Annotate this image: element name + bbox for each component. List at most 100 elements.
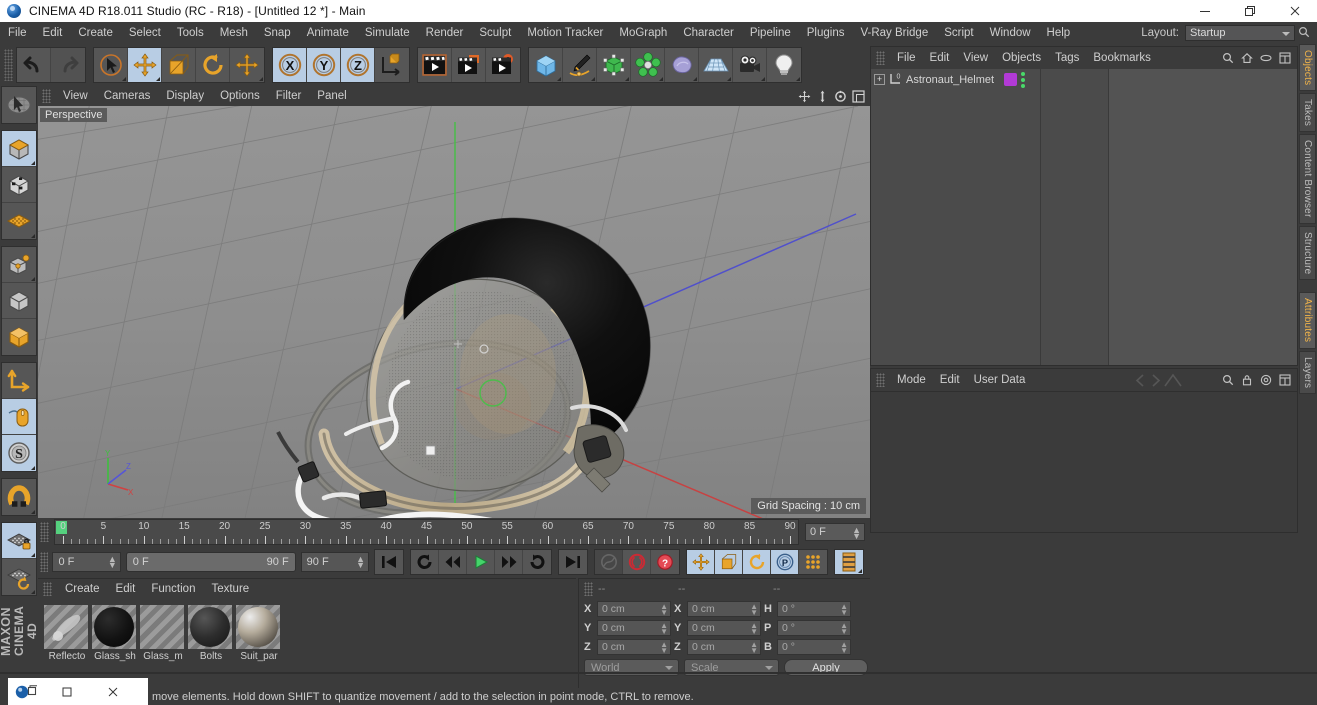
points-mode-icon[interactable] [2, 203, 36, 239]
material-tag[interactable] [1004, 73, 1018, 86]
material-item[interactable]: Bolts [188, 605, 232, 662]
lock-workplane-icon[interactable] [2, 523, 36, 559]
object-manager-grip[interactable] [876, 51, 885, 65]
menu-item-window[interactable]: Window [982, 22, 1039, 44]
model-mode-icon[interactable] [2, 131, 36, 167]
light-icon[interactable] [767, 48, 801, 82]
material-item[interactable]: Glass_sh [92, 605, 136, 662]
material-swatch[interactable] [188, 605, 232, 649]
menu-item-select[interactable]: Select [121, 22, 169, 44]
spinner-icon[interactable]: ▲ ▼ [750, 602, 758, 616]
viewport-menu-view[interactable]: View [55, 86, 96, 106]
material-menu-create[interactable]: Create [57, 579, 108, 599]
transport-current-field[interactable]: 0 F ▲ ▼ [52, 552, 121, 572]
key-parameter-icon[interactable]: P [771, 550, 800, 574]
menu-item-mograph[interactable]: MoGraph [611, 22, 675, 44]
timeline-panel-icon[interactable] [835, 550, 864, 574]
spline-pen-icon[interactable] [563, 48, 597, 82]
menu-item-animate[interactable]: Animate [299, 22, 357, 44]
viewport-menu-cameras[interactable]: Cameras [96, 86, 159, 106]
size-x-input[interactable]: 0 cm ▲ ▼ [687, 600, 761, 617]
attribute-history-nav-icon[interactable] [1097, 373, 1202, 388]
objman-menu-tags[interactable]: Tags [1048, 47, 1086, 69]
play-forward-loop-icon[interactable] [523, 550, 552, 574]
toolbar-grip[interactable] [4, 49, 13, 81]
minimize-icon[interactable] [1182, 0, 1227, 22]
axis-z-icon[interactable]: Z [341, 48, 375, 82]
world-object-coord-icon[interactable] [375, 48, 409, 82]
step-back-icon[interactable] [439, 550, 468, 574]
target-icon[interactable] [1259, 374, 1272, 387]
axis-x-icon[interactable]: X [273, 48, 307, 82]
attr-menu-user-data[interactable]: User Data [967, 369, 1033, 391]
attribute-content-area[interactable] [871, 391, 1297, 532]
material-item[interactable]: Glass_m [140, 605, 184, 662]
material-item[interactable]: Suit_par [236, 605, 280, 662]
transport-end-field[interactable]: 90 F ▲ ▼ [300, 552, 370, 572]
menu-item-sculpt[interactable]: Sculpt [471, 22, 519, 44]
material-swatch[interactable] [92, 605, 136, 649]
rotate-icon[interactable] [196, 48, 230, 82]
spinner-icon[interactable]: ▲ ▼ [660, 621, 668, 635]
expand-toggle-icon[interactable]: + [874, 74, 885, 85]
objman-menu-file[interactable]: File [890, 47, 923, 69]
menu-item-pipeline[interactable]: Pipeline [742, 22, 799, 44]
generator-icon[interactable] [597, 48, 631, 82]
mouse-viewport-icon[interactable] [2, 399, 36, 435]
tab-objects[interactable]: Objects [1299, 44, 1316, 92]
key-position-icon[interactable] [687, 550, 716, 574]
keyframe-selection-icon[interactable]: ? [651, 550, 680, 574]
object-axis-icon[interactable] [2, 247, 36, 283]
material-manager-grip[interactable] [43, 582, 52, 596]
play-reverse-loop-icon[interactable] [411, 550, 440, 574]
step-forward-icon[interactable] [495, 550, 524, 574]
viewport-menu-filter[interactable]: Filter [268, 86, 310, 106]
snap-s-icon[interactable]: S [2, 435, 36, 471]
spinner-icon[interactable]: ▲ ▼ [660, 640, 668, 654]
lock-icon[interactable] [1240, 374, 1253, 387]
layout-icon[interactable] [1278, 52, 1291, 65]
home-icon[interactable] [1240, 52, 1253, 65]
tab-attributes[interactable]: Attributes [1299, 292, 1316, 349]
object-tree[interactable]: + 0 Astronaut_Helmet [871, 69, 1297, 365]
tab-layers[interactable]: Layers [1299, 350, 1316, 394]
menu-item-render[interactable]: Render [418, 22, 472, 44]
go-to-start-icon[interactable] [375, 550, 404, 574]
coordinates-grip[interactable] [584, 582, 593, 596]
menu-item-snap[interactable]: Snap [256, 22, 299, 44]
restore-icon[interactable] [1227, 0, 1272, 22]
viewport-menu-panel[interactable]: Panel [309, 86, 354, 106]
live-selection-icon[interactable] [94, 48, 128, 82]
play-icon[interactable] [467, 550, 496, 574]
texture-mode-icon[interactable] [2, 167, 36, 203]
close-icon[interactable] [1272, 0, 1317, 22]
record-active-objects-icon[interactable] [595, 550, 624, 574]
menu-item-help[interactable]: Help [1039, 22, 1079, 44]
object-mode-icon[interactable] [2, 283, 36, 319]
menu-item-script[interactable]: Script [936, 22, 981, 44]
rotation-b-input[interactable]: 0 ° ▲ ▼ [777, 638, 851, 655]
objman-menu-objects[interactable]: Objects [995, 47, 1048, 69]
menu-item-motion-tracker[interactable]: Motion Tracker [519, 22, 611, 44]
menu-item-plugins[interactable]: Plugins [799, 22, 853, 44]
floor-grid-icon[interactable] [699, 48, 733, 82]
viewport-canvas[interactable]: Perspective Grid Spacing : 10 cm Y X Z [38, 106, 870, 518]
material-menu-texture[interactable]: Texture [203, 579, 257, 599]
camera-icon[interactable] [733, 48, 767, 82]
viewport-menu-display[interactable]: Display [158, 86, 212, 106]
attr-menu-mode[interactable]: Mode [890, 369, 933, 391]
maximize-window-icon[interactable] [44, 678, 90, 705]
menu-item-edit[interactable]: Edit [35, 22, 71, 44]
autokeying-icon[interactable] [623, 550, 652, 574]
spinner-icon[interactable]: ▲ ▼ [840, 621, 848, 635]
spinner-icon[interactable]: ▲ ▼ [750, 640, 758, 654]
undo-icon[interactable] [17, 48, 51, 82]
key-pla-icon[interactable] [799, 550, 828, 574]
menu-item-mesh[interactable]: Mesh [212, 22, 256, 44]
scale-icon[interactable] [162, 48, 196, 82]
cube-primitive-icon[interactable] [529, 48, 563, 82]
search-icon[interactable] [1221, 52, 1234, 65]
tab-takes[interactable]: Takes [1299, 93, 1316, 133]
magnet-icon[interactable] [2, 479, 36, 515]
spinner-icon[interactable]: ▲ ▼ [660, 602, 668, 616]
